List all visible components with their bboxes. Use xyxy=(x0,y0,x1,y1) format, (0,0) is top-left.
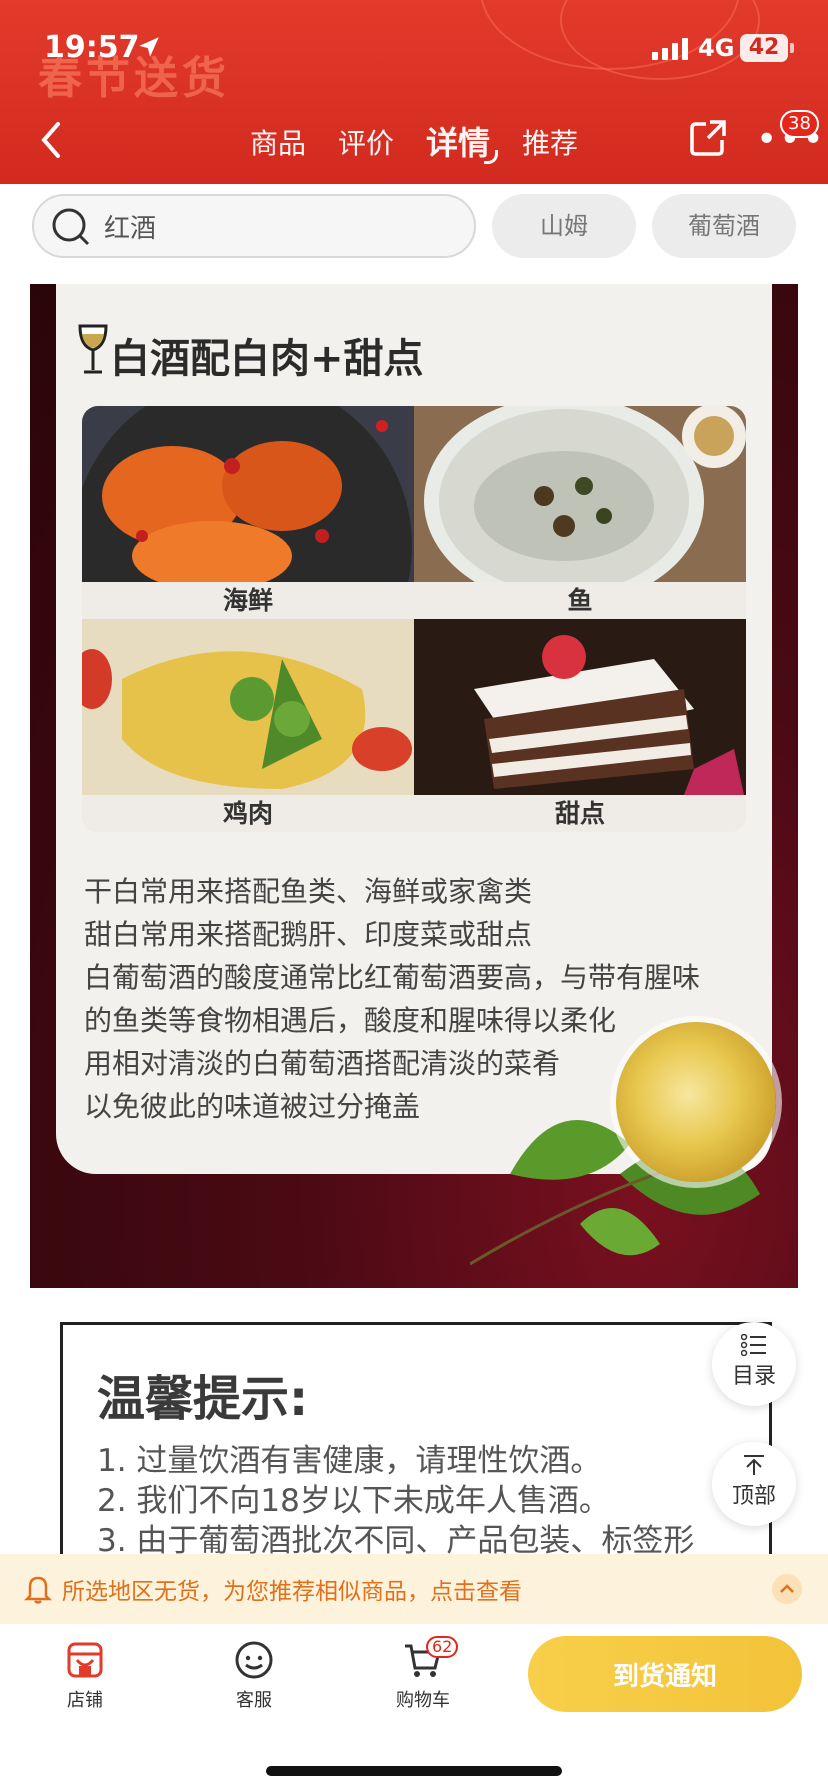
description-line: 白葡萄酒的酸度通常比红葡萄酒要高，与带有腥味 xyxy=(84,961,701,994)
tips-item: 3. 由于葡萄酒批次不同、产品包装、标签形 xyxy=(97,1523,695,1554)
tab-reviews[interactable]: 评价 xyxy=(338,122,394,162)
list-icon xyxy=(741,1334,766,1356)
food-label: 海鲜 xyxy=(82,582,414,619)
signal-icon xyxy=(652,38,692,60)
arrow-up-icon xyxy=(744,1455,764,1475)
description-line: 干白常用来搭配鱼类、海鲜或家禽类 xyxy=(84,875,533,908)
store-icon xyxy=(67,1642,103,1678)
cart-count-badge: 62 xyxy=(426,1636,459,1658)
cart-label: 购物车 xyxy=(396,1690,450,1711)
seafood-image xyxy=(82,406,414,582)
white-wine-glass xyxy=(616,1022,776,1182)
back-to-top-button[interactable]: 顶部 xyxy=(712,1442,796,1526)
store-button[interactable]: 店铺 xyxy=(40,1640,130,1712)
food-label: 甜点 xyxy=(414,795,746,832)
tab-products[interactable]: 商品 xyxy=(250,122,306,162)
home-indicator xyxy=(266,1766,562,1776)
tips-item: 2. 我们不向18岁以下未成年人售酒。 xyxy=(97,1483,610,1519)
battery-cap xyxy=(790,43,794,53)
catalog-button[interactable]: 目录 xyxy=(712,1322,796,1406)
food-label: 鱼 xyxy=(414,582,746,619)
search-bar: 山姆 葡萄酒 xyxy=(0,184,828,270)
status-bar: 19:57 4G 42 xyxy=(0,0,828,100)
arrival-notify-button[interactable]: 到货通知 xyxy=(528,1636,802,1712)
search-icon xyxy=(52,208,90,246)
cart-button[interactable]: 购物车 62 xyxy=(378,1636,468,1712)
food-tile-fish: 鱼 xyxy=(414,406,746,619)
service-label: 客服 xyxy=(236,1690,272,1711)
tips-title: 温馨提示: xyxy=(97,1371,309,1427)
network-type: 4G xyxy=(698,34,735,62)
battery-icon: 42 xyxy=(740,34,788,62)
service-button[interactable]: 客服 xyxy=(209,1640,299,1712)
fish-image xyxy=(414,406,746,582)
location-arrow-icon xyxy=(139,37,159,57)
bell-icon xyxy=(24,1576,52,1604)
store-label: 店铺 xyxy=(67,1690,103,1711)
food-tile-dessert: 甜点 xyxy=(414,619,746,832)
message-badge: 38 xyxy=(780,110,819,138)
pairing-poster: 白酒配白肉+甜点 海鲜 鱼 鸡肉 甜点 干白常用来搭配鱼类、海鲜或家禽类 甜白常… xyxy=(30,284,798,1288)
dessert-image xyxy=(414,619,746,795)
food-tile-seafood: 海鲜 xyxy=(82,406,414,619)
tab-details[interactable]: 详情 xyxy=(426,118,490,164)
catalog-label: 目录 xyxy=(731,1364,776,1389)
bottom-action-bar: 店铺 客服 购物车 62 到货通知 xyxy=(0,1624,828,1792)
tips-box: 温馨提示: 1. 过量饮酒有害健康，请理性饮酒。 2. 我们不向18岁以下未成年… xyxy=(60,1322,772,1554)
notice-text: 所选地区无货，为您推荐相似商品，点击查看 xyxy=(62,1579,522,1605)
food-label: 鸡肉 xyxy=(82,795,414,832)
food-grid: 海鲜 鱼 鸡肉 甜点 xyxy=(82,406,746,832)
description-line: 甜白常用来搭配鹅肝、印度菜或甜点 xyxy=(84,918,533,951)
stock-notice[interactable]: 所选地区无货，为您推荐相似商品，点击查看 xyxy=(0,1554,828,1624)
share-icon[interactable] xyxy=(688,118,728,158)
tab-recommend[interactable]: 推荐 xyxy=(522,122,578,162)
detail-content: 白酒配白肉+甜点 海鲜 鱼 鸡肉 甜点 干白常用来搭配鱼类、海鲜或家禽类 甜白常… xyxy=(0,270,828,1554)
chat-face-icon xyxy=(235,1641,273,1679)
search-input[interactable] xyxy=(104,206,444,246)
search-box[interactable] xyxy=(32,194,476,258)
chicken-image xyxy=(82,619,414,795)
top-label: 顶部 xyxy=(731,1484,776,1509)
tips-list: 1. 过量饮酒有害健康，请理性饮酒。 2. 我们不向18岁以下未成年人售酒。 3… xyxy=(97,1441,694,1554)
active-tab-indicator xyxy=(484,150,498,164)
tips-item: 1. 过量饮酒有害健康，请理性饮酒。 xyxy=(97,1443,602,1479)
wine-glass-icon xyxy=(78,324,108,374)
suggestion-chip[interactable]: 山姆 xyxy=(492,194,636,258)
poster-title: 白酒配白肉+甜点 xyxy=(110,336,424,382)
back-arrow-icon[interactable] xyxy=(34,118,70,162)
suggestion-chip[interactable]: 葡萄酒 xyxy=(652,194,796,258)
top-nav: 商品 评价 详情 推荐 ••• 38 xyxy=(0,100,828,184)
chevron-up-icon[interactable] xyxy=(772,1574,802,1604)
status-time: 19:57 xyxy=(44,30,140,65)
food-tile-chicken: 鸡肉 xyxy=(82,619,414,832)
header: 春节送货 19:57 4G 42 商品 评价 详情 推荐 ••• 38 xyxy=(0,0,828,184)
